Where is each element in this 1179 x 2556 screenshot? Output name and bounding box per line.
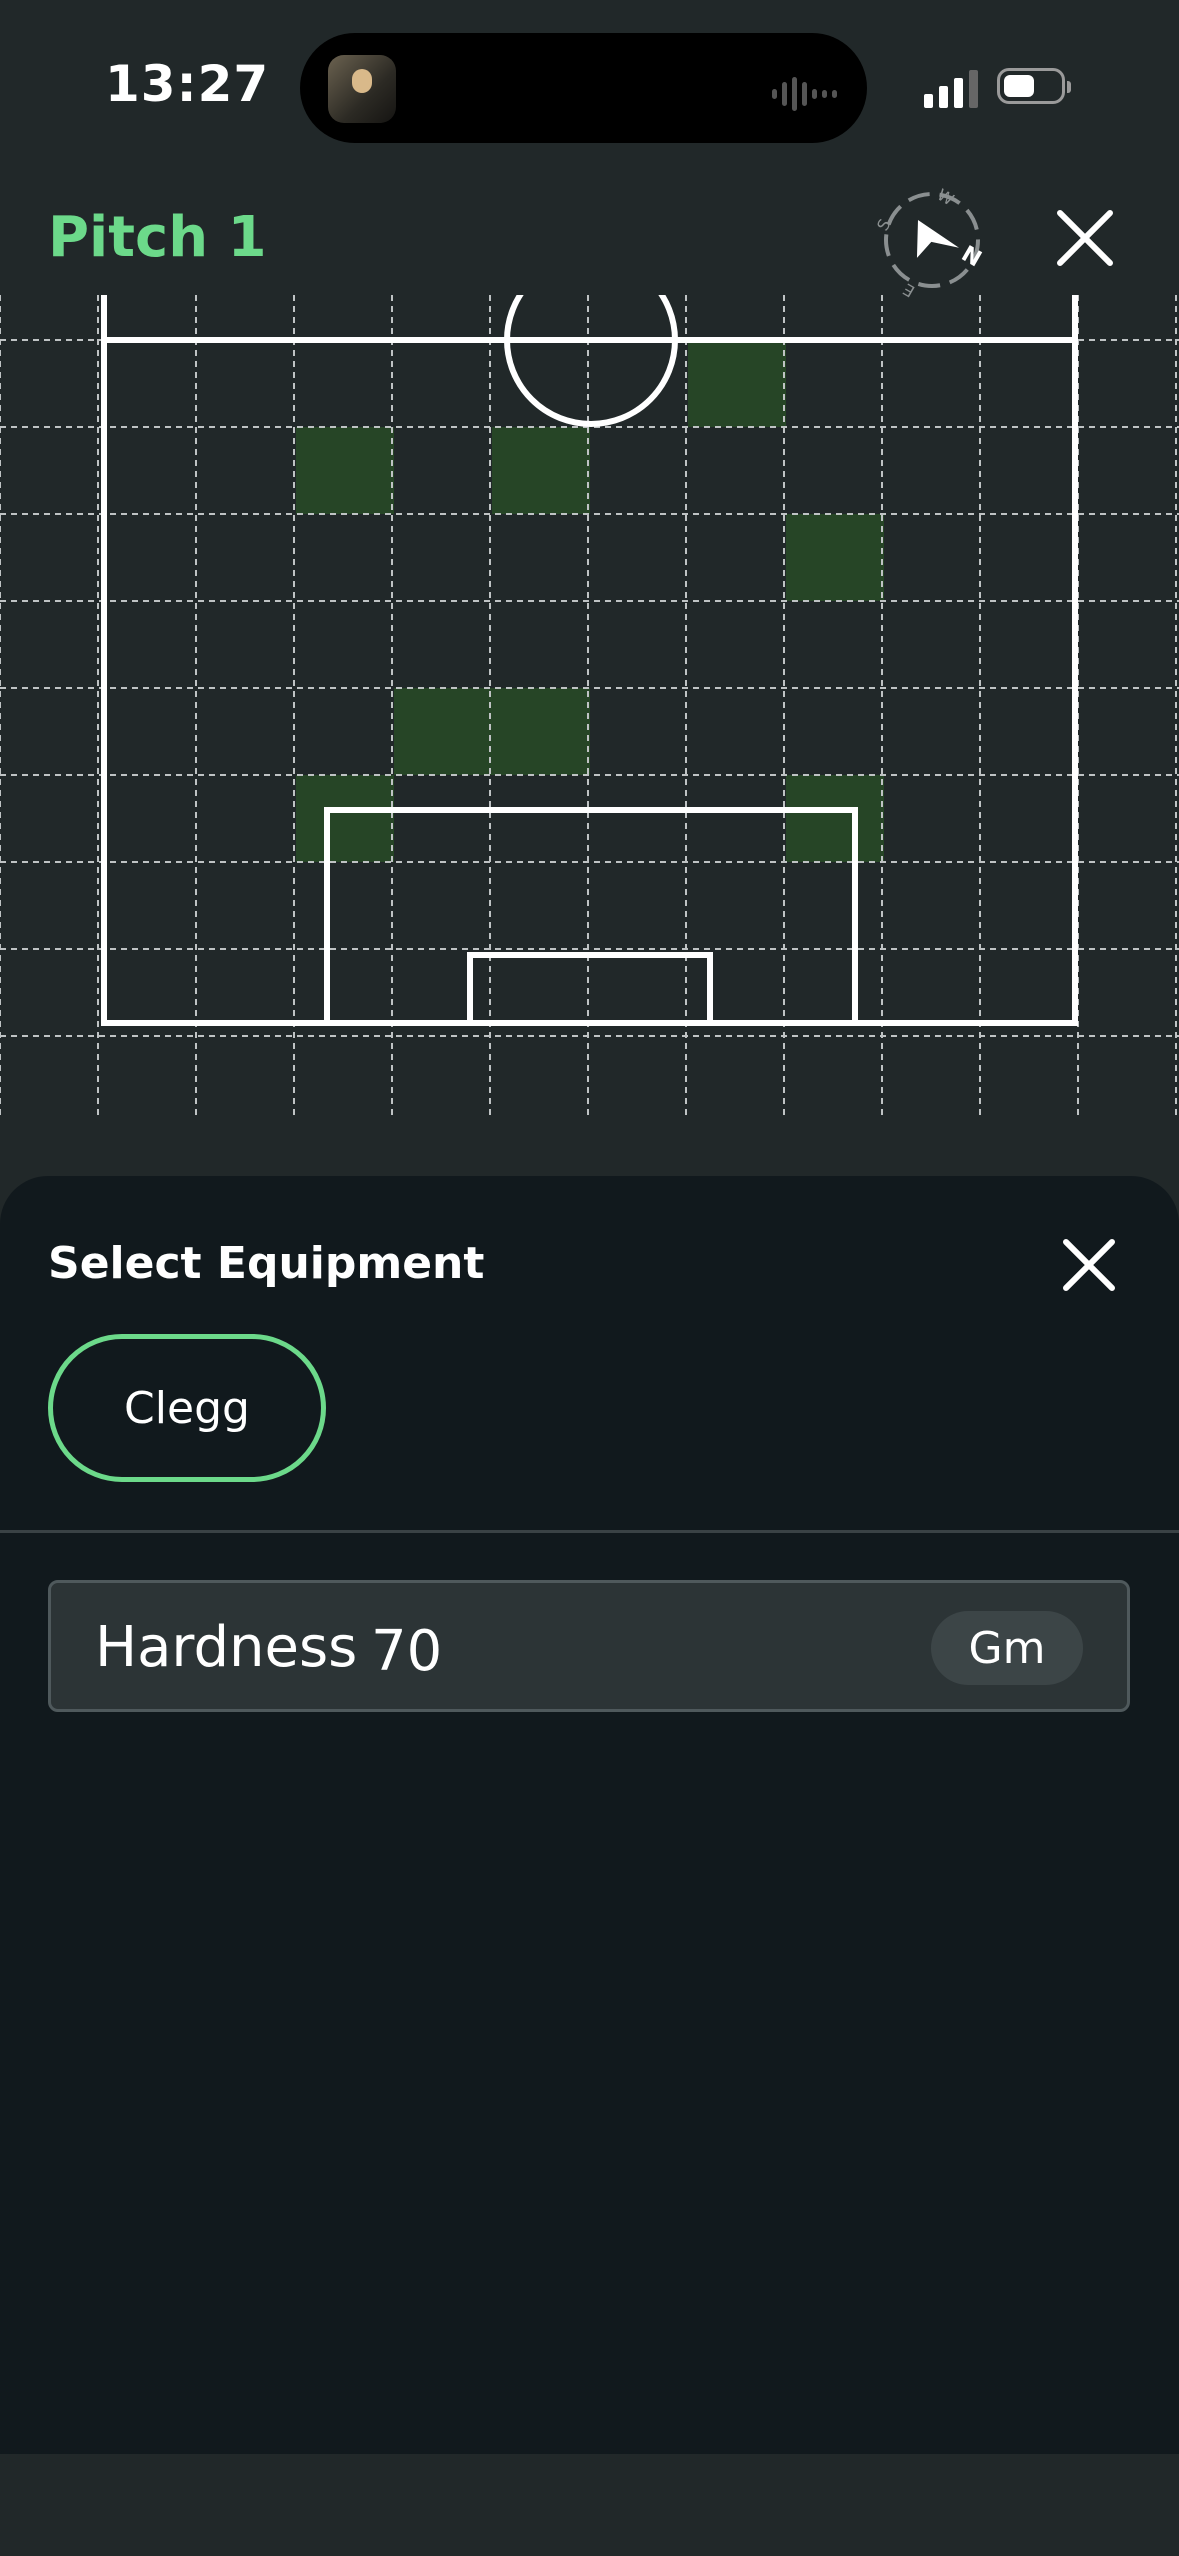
cellular-signal-icon: [924, 70, 978, 108]
compass-icon[interactable]: N S W E: [872, 180, 992, 300]
battery-icon: [997, 68, 1071, 104]
svg-text:N: N: [957, 242, 985, 273]
highlighted-cell[interactable]: [786, 775, 884, 862]
page-title: Pitch 1: [48, 205, 267, 270]
hardness-value[interactable]: 70: [371, 1619, 442, 1684]
pitch-markings: [101, 295, 1078, 1026]
dynamic-island[interactable]: [300, 33, 867, 143]
sheet-title: Select Equipment: [48, 1238, 485, 1289]
hardness-field[interactable]: Hardness 70 Gm: [48, 1580, 1130, 1712]
audio-waveform-icon: [772, 77, 837, 111]
status-bar: 13:27: [0, 0, 1179, 180]
status-time: 13:27: [105, 55, 270, 113]
close-icon[interactable]: [1058, 1234, 1120, 1296]
highlighted-cell[interactable]: [786, 514, 884, 601]
pitch-map[interactable]: [0, 295, 1179, 1115]
pitch-header: Pitch 1 N S W E: [0, 180, 1179, 300]
highlighted-cell[interactable]: [296, 427, 394, 514]
equipment-option-clegg[interactable]: Clegg: [48, 1334, 326, 1482]
svg-text:W: W: [934, 185, 957, 209]
equipment-sheet: Select Equipment Clegg Hardness 70 Gm: [0, 1176, 1179, 2454]
hardness-label: Hardness: [95, 1615, 358, 1680]
divider: [0, 1530, 1179, 1533]
highlighted-cell[interactable]: [688, 340, 786, 427]
highlighted-cell[interactable]: [492, 427, 590, 514]
unit-badge[interactable]: Gm: [931, 1611, 1083, 1685]
highlighted-cell[interactable]: [492, 688, 590, 775]
highlighted-cell[interactable]: [296, 775, 394, 862]
highlighted-cell[interactable]: [394, 688, 492, 775]
now-playing-thumbnail[interactable]: [328, 55, 396, 123]
close-icon[interactable]: [1052, 205, 1118, 271]
bottom-bar: [0, 2454, 1179, 2556]
